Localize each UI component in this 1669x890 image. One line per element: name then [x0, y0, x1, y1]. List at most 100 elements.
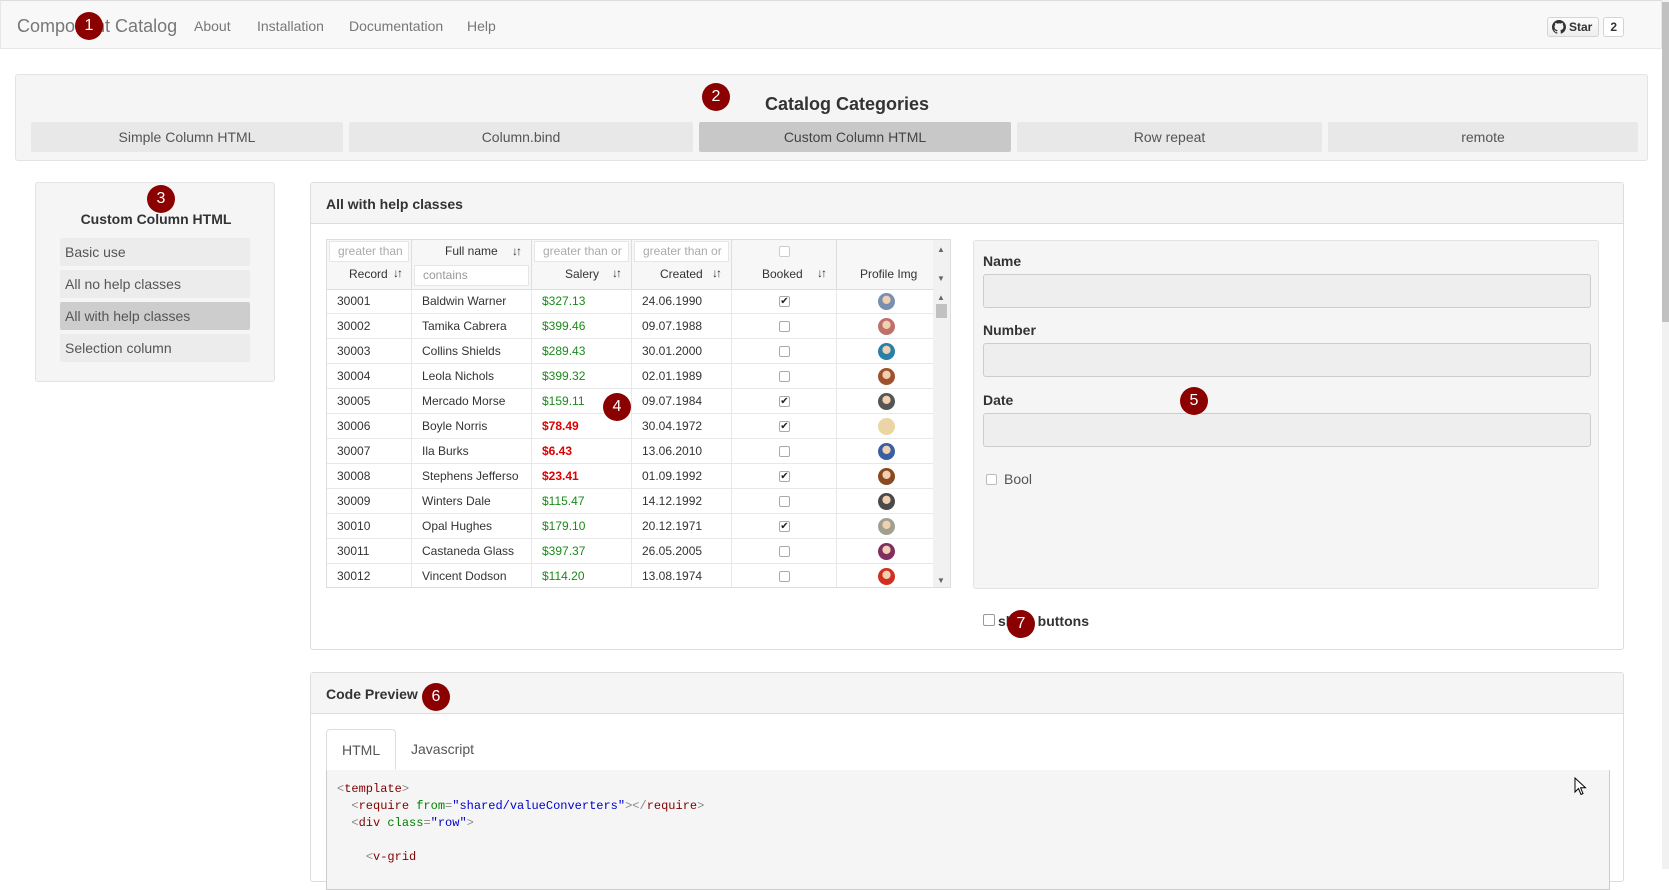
booked-checkbox[interactable]: ✔	[779, 421, 790, 432]
number-input[interactable]	[983, 343, 1591, 377]
booked-checkbox[interactable]	[779, 446, 790, 457]
marker-7: 7	[1007, 610, 1035, 638]
booked-checkbox[interactable]: ✔	[779, 471, 790, 482]
booked-checkbox[interactable]	[779, 546, 790, 557]
table-row[interactable]: 30001 Baldwin Warner $327.13 24.06.1990 ✔	[327, 289, 934, 314]
table-row[interactable]: 30004 Leola Nichols $399.32 02.01.1989	[327, 364, 934, 389]
cell-profile	[837, 289, 934, 313]
github-star-button[interactable]: Star	[1547, 17, 1600, 37]
sidebar-item-selection-column[interactable]: Selection column	[60, 334, 250, 362]
booked-checkbox[interactable]	[779, 496, 790, 507]
cell-salary: $179.10	[532, 514, 632, 538]
created-filter-input[interactable]: greater than or	[634, 241, 729, 262]
cell-name: Boyle Norris	[412, 414, 532, 438]
header-scroll-down-icon[interactable]: ▼	[937, 274, 945, 283]
salary-sort-icon[interactable]: ↓↑	[612, 266, 622, 280]
table-row[interactable]: 30002 Tamika Cabrera $399.46 09.07.1988	[327, 314, 934, 339]
cell-booked	[732, 489, 837, 513]
cell-created: 30.04.1972	[632, 414, 732, 438]
cell-record: 30011	[327, 539, 412, 563]
header-scroll-up-icon[interactable]: ▲	[937, 245, 945, 254]
code-line-2: <require from="shared/valueConverters"><…	[351, 799, 705, 813]
nav-help[interactable]: Help	[467, 18, 496, 34]
sidebar-item-all-with-help-classes[interactable]: All with help classes	[60, 302, 250, 330]
date-label: Date	[983, 392, 1014, 408]
cell-created: 26.05.2005	[632, 539, 732, 563]
cell-created: 14.12.1992	[632, 489, 732, 513]
sidebar-item-basic-use[interactable]: Basic use	[60, 238, 250, 266]
cell-salary: $399.46	[532, 314, 632, 338]
navbar: Component Catalog About Installation Doc…	[0, 0, 1662, 49]
cell-name: Baldwin Warner	[412, 289, 532, 313]
grid-scrollbar[interactable]: ▲ ▼	[933, 289, 950, 587]
category-row-repeat[interactable]: Row repeat	[1017, 122, 1322, 152]
table-row[interactable]: 30008 Stephens Jefferso $23.41 01.09.1992 ✔	[327, 464, 934, 489]
category-simple-column-html[interactable]: Simple Column HTML	[31, 122, 343, 152]
header-scrollbar[interactable]: ▲ ▼	[933, 240, 950, 289]
category-custom-column-html[interactable]: Custom Column HTML	[699, 122, 1011, 152]
cell-profile	[837, 339, 934, 363]
page-scrollbar-thumb[interactable]	[1662, 2, 1669, 322]
table-row[interactable]: 30011 Castaneda Glass $397.37 26.05.2005	[327, 539, 934, 564]
fullname-filter-input[interactable]: contains	[414, 265, 529, 286]
page-scrollbar[interactable]	[1662, 0, 1669, 869]
nav-installation[interactable]: Installation	[257, 18, 324, 34]
booked-checkbox[interactable]	[779, 371, 790, 382]
salary-filter-input[interactable]: greater than or	[534, 241, 629, 262]
code-preview-title: Code Preview	[326, 686, 418, 702]
marker-3: 3	[147, 185, 175, 213]
cell-record: 30012	[327, 564, 412, 587]
nav-documentation[interactable]: Documentation	[349, 18, 443, 34]
cell-record: 30005	[327, 389, 412, 413]
github-star-count[interactable]: 2	[1603, 17, 1625, 37]
tab-javascript[interactable]: Javascript	[396, 729, 489, 770]
nav-about[interactable]: About	[194, 18, 231, 34]
date-input[interactable]	[983, 413, 1591, 447]
catalog-categories: Catalog Categories Simple Column HTML Co…	[15, 74, 1648, 161]
table-row[interactable]: 30006 Boyle Norris $78.49 30.04.1972 ✔	[327, 414, 934, 439]
booked-sort-icon[interactable]: ↓↑	[817, 266, 827, 280]
table-row[interactable]: 30009 Winters Dale $115.47 14.12.1992	[327, 489, 934, 514]
grid-scrollbar-thumb[interactable]	[936, 304, 947, 318]
bool-checkbox[interactable]	[986, 474, 997, 485]
category-column-bind[interactable]: Column.bind	[349, 122, 693, 152]
booked-checkbox[interactable]	[779, 346, 790, 357]
created-sort-icon[interactable]: ↓↑	[712, 266, 722, 280]
avatar	[878, 368, 895, 385]
code-preview-header: Code Preview	[311, 673, 1623, 714]
record-filter-input[interactable]: greater than	[329, 241, 409, 262]
cell-created: 01.09.1992	[632, 464, 732, 488]
booked-checkbox[interactable]: ✔	[779, 296, 790, 307]
booked-checkbox[interactable]: ✔	[779, 521, 790, 532]
fullname-sort-icon[interactable]: ↓↑	[512, 244, 522, 258]
cell-name: Leola Nichols	[412, 364, 532, 388]
header-record-label[interactable]: Record	[349, 267, 388, 281]
table-row[interactable]: 30003 Collins Shields $289.43 30.01.2000	[327, 339, 934, 364]
header-salary-label[interactable]: Salery	[565, 267, 599, 281]
sidebar-item-all-no-help-classes[interactable]: All no help classes	[60, 270, 250, 298]
grid-header: greater than Record ↓↑ Full name ↓↑ cont…	[327, 240, 934, 290]
grid-scroll-down-icon[interactable]: ▼	[937, 576, 945, 585]
marker-4: 4	[603, 393, 631, 421]
table-row[interactable]: 30007 Ila Burks $6.43 13.06.2010	[327, 439, 934, 464]
booked-checkbox[interactable]: ✔	[779, 396, 790, 407]
table-row[interactable]: 30010 Opal Hughes $179.10 20.12.1971 ✔	[327, 514, 934, 539]
header-booked-label[interactable]: Booked	[762, 267, 803, 281]
table-row[interactable]: 30012 Vincent Dodson $114.20 13.08.1974	[327, 564, 934, 587]
name-label: Name	[983, 253, 1022, 269]
booked-checkbox[interactable]	[779, 571, 790, 582]
header-fullname-label[interactable]: Full name	[445, 244, 498, 258]
record-sort-icon[interactable]: ↓↑	[393, 266, 403, 280]
github-icon	[1552, 20, 1566, 34]
tab-html[interactable]: HTML	[326, 729, 396, 770]
category-remote[interactable]: remote	[1328, 122, 1638, 152]
name-input[interactable]	[983, 274, 1591, 308]
booked-checkbox[interactable]	[779, 321, 790, 332]
show-buttons-checkbox[interactable]	[983, 614, 995, 626]
grid-scroll-up-icon[interactable]: ▲	[937, 293, 945, 302]
booked-filter-checkbox[interactable]	[779, 246, 790, 257]
marker-1: 1	[75, 12, 103, 40]
grid-panel: All with help classes greater than Recor…	[310, 182, 1624, 650]
cell-salary: $115.47	[532, 489, 632, 513]
header-created-label[interactable]: Created	[660, 267, 703, 281]
